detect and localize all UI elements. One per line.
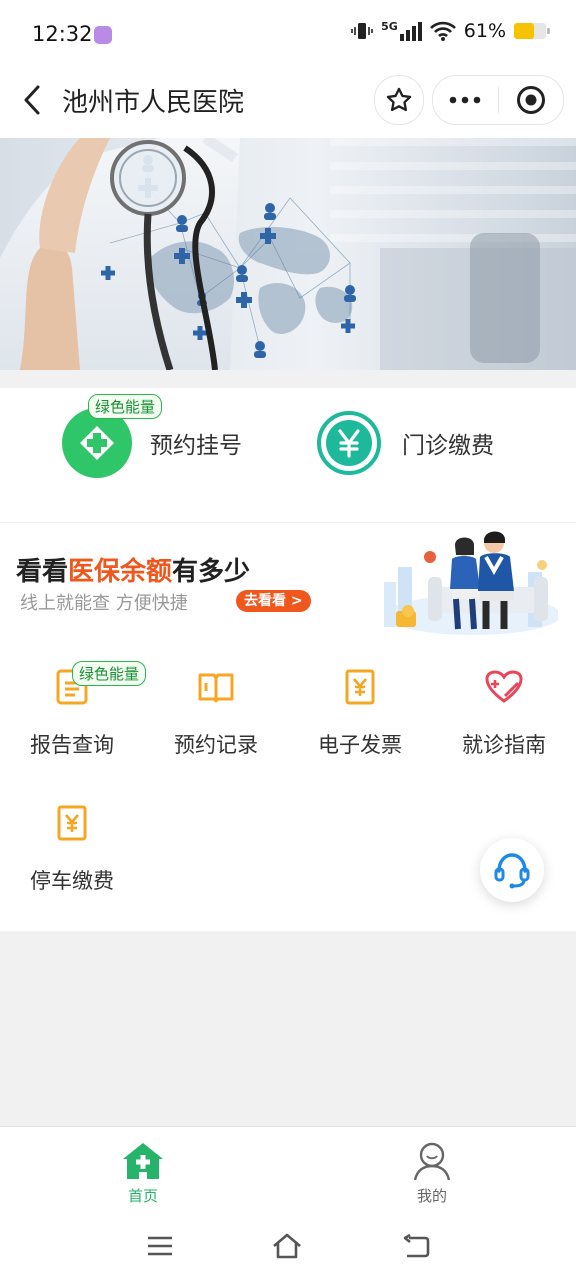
service-e-invoice[interactable]: 电子发票: [288, 641, 432, 775]
green-energy-badge: 绿色能量: [72, 661, 147, 686]
service-label: 就诊指南: [462, 733, 546, 757]
report-icon: 绿色能量: [52, 661, 147, 707]
signal-icon: [399, 22, 422, 41]
parking-invoice-shape: [57, 805, 87, 841]
tab-mine[interactable]: 我的: [382, 1141, 482, 1206]
insurance-promo-banner[interactable]: 看看医保余额有多少 线上就能查 方便快捷 去看看 >: [0, 523, 576, 641]
promo-title-suffix: 有多少: [172, 557, 251, 587]
tab-home-label: 首页: [127, 1187, 158, 1205]
quick-action-label: 预约挂号: [150, 433, 242, 459]
battery-level: [514, 23, 534, 39]
chevron-right-icon: >: [286, 593, 303, 609]
tab-bar: 首页 我的: [0, 1126, 576, 1217]
star-icon: [386, 87, 412, 112]
more-icon: [449, 96, 481, 104]
status-icons: 5G 61%: [351, 19, 550, 42]
home-system-button[interactable]: [271, 1230, 303, 1262]
quick-actions-card: 绿色能量 预约挂号 门诊缴费: [0, 388, 576, 522]
service-visit-guide[interactable]: 就诊指南: [432, 641, 576, 775]
parking-invoice-icon: [52, 803, 92, 843]
capsule-menu: [432, 75, 564, 125]
service-report-query[interactable]: 绿色能量 报告查询: [0, 641, 147, 775]
quick-action-label: 门诊缴费: [402, 433, 494, 459]
service-label: 报告查询: [30, 733, 114, 757]
customer-service-button[interactable]: [480, 838, 544, 902]
favorite-button[interactable]: [374, 75, 424, 125]
page-title: 池州市人民医院: [62, 88, 245, 118]
yuan-icon: [314, 408, 384, 478]
headset-icon: [494, 853, 530, 889]
promo-title-prefix: 看看: [16, 557, 69, 587]
service-label: 停车缴费: [30, 869, 114, 893]
book-icon: [196, 667, 236, 707]
back-icon: [24, 85, 40, 115]
service-label: 电子发票: [318, 733, 402, 757]
tab-home[interactable]: 首页: [93, 1141, 193, 1206]
banner-image: [0, 138, 576, 370]
header: 池州市人民医院: [0, 70, 576, 138]
heart-icon: [484, 667, 524, 707]
service-appointment-records[interactable]: 预约记录: [144, 641, 288, 775]
promo-title-highlight: 医保余额: [68, 557, 173, 587]
service-parking-payment[interactable]: 停车缴费: [0, 777, 144, 911]
close-miniapp-button[interactable]: [499, 76, 564, 124]
battery-cap: [547, 28, 550, 34]
promo-go-button[interactable]: 去看看 >: [236, 590, 311, 612]
green-energy-badge: 绿色能量: [88, 394, 163, 419]
wifi-icon: [429, 21, 456, 41]
book-shape: [198, 673, 234, 703]
promo-subtitle: 线上就能查 方便快捷: [20, 593, 188, 614]
system-nav-bar: [0, 1216, 576, 1280]
house-outline-icon: [273, 1233, 301, 1259]
hero-banner[interactable]: [0, 138, 576, 370]
promo-go-label: 去看看: [244, 593, 286, 609]
quick-action-payment[interactable]: 门诊缴费: [314, 408, 494, 478]
plus-icon: 绿色能量: [62, 394, 163, 478]
promo-title: 看看医保余额有多少: [16, 551, 250, 588]
target-icon: [516, 86, 545, 114]
battery-percent: 61%: [463, 20, 506, 42]
heart-plus-shape: [485, 670, 523, 703]
invoice-icon: [340, 667, 380, 707]
network-type: 5G: [381, 19, 398, 33]
home-icon: [123, 1143, 163, 1179]
app-badge-icon: [94, 26, 112, 44]
quick-action-register[interactable]: 绿色能量 预约挂号: [62, 394, 242, 478]
menu-icon: [148, 1236, 172, 1256]
service-label: 预约记录: [174, 733, 258, 757]
back-button[interactable]: [12, 80, 52, 120]
user-icon: [413, 1142, 451, 1181]
battery-icon: [514, 23, 550, 39]
return-icon: [403, 1234, 430, 1258]
vibrate-icon: [351, 23, 373, 39]
status-bar: 12:32 5G 61%: [0, 0, 576, 70]
invoice-shape: [345, 669, 375, 705]
status-time: 12:32: [32, 22, 93, 46]
more-button[interactable]: [433, 76, 498, 124]
tab-mine-label: 我的: [416, 1187, 447, 1205]
recent-apps-button[interactable]: [144, 1230, 176, 1262]
yuan-circle-shape: [317, 411, 381, 475]
back-system-button[interactable]: [400, 1230, 432, 1262]
family-illustration: [384, 531, 558, 635]
medical-cross-shape: [80, 426, 114, 460]
